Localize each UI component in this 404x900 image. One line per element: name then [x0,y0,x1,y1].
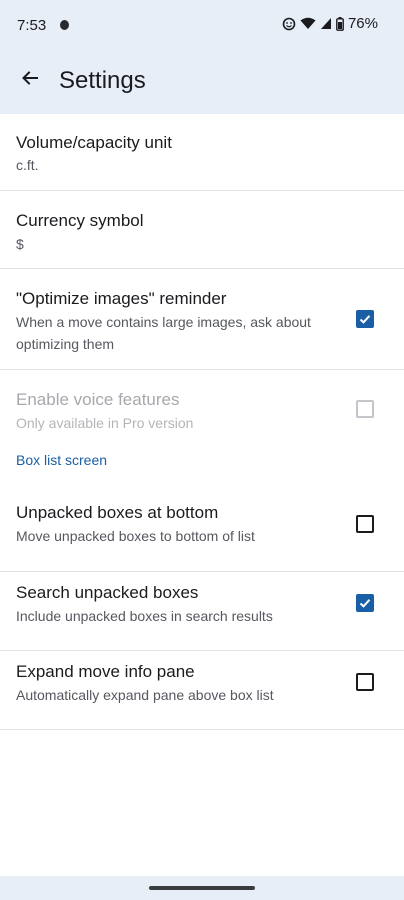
status-bar: 7:53 76% [0,0,404,50]
navigation-bar [0,876,404,900]
setting-title: Expand move info pane [16,662,195,681]
setting-title: Unpacked boxes at bottom [16,503,219,522]
wifi-icon [300,17,316,30]
setting-summary: $ [16,236,24,252]
section-box-list: Box list screen [0,447,404,492]
battery-percent: 76% [347,15,378,32]
check-icon [359,315,371,324]
setting-title: Enable voice features [16,390,180,409]
setting-volume-unit[interactable]: Volume/capacity unit c.ft. [0,114,404,191]
voice-features-checkbox [356,400,374,418]
setting-summary: Automatically expand pane above box list [16,687,274,703]
setting-title: Currency symbol [16,211,144,230]
setting-currency-symbol[interactable]: Currency symbol $ [0,191,404,269]
back-button[interactable] [14,62,46,94]
battery-icon [336,16,344,31]
optimize-images-checkbox[interactable] [356,310,374,328]
setting-unpacked-boxes-bottom[interactable]: Unpacked boxes at bottom Move unpacked b… [0,492,404,572]
setting-title: "Optimize images" reminder [16,289,227,308]
page-title: Settings [59,67,146,94]
setting-title: Search unpacked boxes [16,583,199,602]
cell-signal-icon [320,17,332,30]
settings-list: Volume/capacity unit c.ft. Currency symb… [0,114,404,730]
expand-move-info-checkbox[interactable] [356,673,374,691]
section-header: Box list screen [16,452,108,468]
gesture-handle[interactable] [149,886,255,890]
data-saver-icon [282,17,296,31]
setting-optimize-images-reminder[interactable]: "Optimize images" reminder When a move c… [0,269,404,370]
setting-summary: When a move contains large images, ask a… [16,314,311,352]
status-time: 7:53 [17,17,47,34]
setting-summary: Only available in Pro version [16,415,194,431]
setting-summary: Include unpacked boxes in search results [16,608,273,624]
notification-dot-icon [60,20,69,30]
setting-search-unpacked-boxes[interactable]: Search unpacked boxes Include unpacked b… [0,572,404,651]
setting-summary: c.ft. [16,157,39,173]
unpacked-boxes-bottom-checkbox[interactable] [356,515,374,533]
arrow-back-icon [22,71,38,85]
setting-summary: Move unpacked boxes to bottom of list [16,528,255,544]
setting-title: Volume/capacity unit [16,133,172,152]
check-icon [359,599,371,608]
setting-enable-voice-features: Enable voice features Only available in … [0,370,404,447]
search-unpacked-boxes-checkbox[interactable] [356,594,374,612]
setting-expand-move-info-pane[interactable]: Expand move info pane Automatically expa… [0,651,404,730]
app-bar: Settings [0,50,404,114]
status-icons: 76% [282,15,378,32]
